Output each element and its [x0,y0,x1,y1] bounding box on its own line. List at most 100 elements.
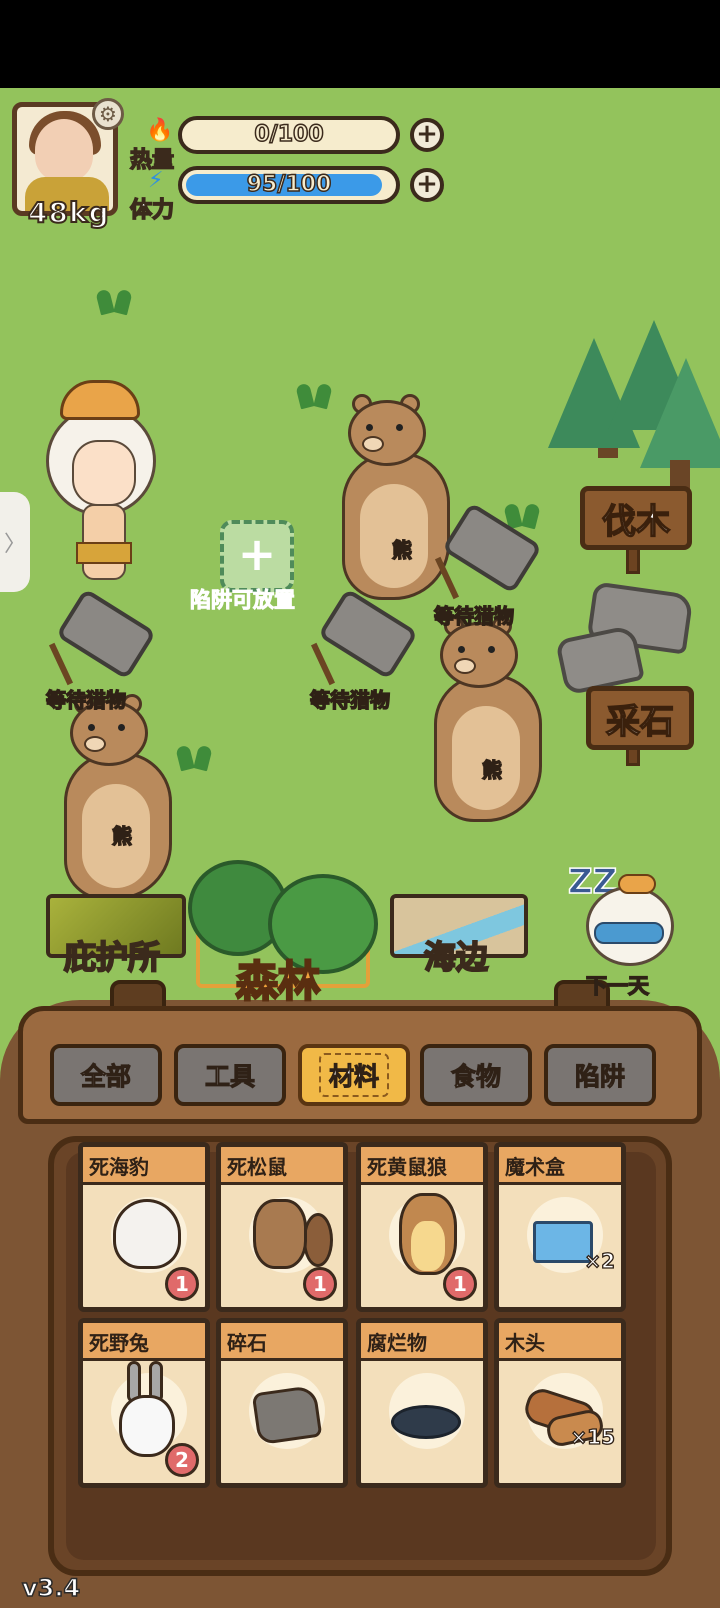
character-skirt [76,542,132,564]
add-stamina-button[interactable]: + [410,168,444,202]
inventory-tab-tools[interactable]: 工具 [174,1044,286,1106]
status-bar [0,0,720,88]
bear-eye [488,646,495,653]
weasel-belly [411,1221,445,1271]
bear-nose [84,736,106,752]
item-quantity: ×15 [570,1424,616,1449]
item-name: 死海豹 [89,1155,149,1179]
bear-eye [396,424,403,431]
bear-nose [454,658,476,674]
heat-bar: 0/100 [178,116,400,154]
heat-value: 0/100 [254,121,325,148]
bear-eye [118,724,125,731]
inventory-item[interactable]: 木头 ×15 [494,1318,626,1488]
item-name: 腐烂物 [367,1331,427,1355]
stamina-label: 体力 [129,197,175,224]
inventory-item[interactable]: 腐烂物 [356,1318,488,1488]
bear-nose [362,436,384,452]
sleep-mask [594,922,664,944]
tab-label: 工具 [204,1062,255,1092]
inventory-item[interactable]: 死黄鼠狼 1 [356,1142,488,1312]
grass-tuft [92,286,136,314]
location-label-shelter: 庇护所 [63,937,161,977]
seal-icon [113,1199,181,1269]
tab-label: 材料 [318,1053,389,1097]
next-day-label: 下一天 [585,973,649,998]
weight-readout: 48kg [27,195,110,230]
trap-status-label: 等待猎物 [309,687,390,712]
avatar-face [35,119,93,181]
item-name: 魔术盒 [505,1155,565,1179]
gear-icon[interactable]: ⚙ [92,98,124,130]
version-label: v3.4 [21,1573,81,1603]
chevron-right-icon: 〉 [3,532,26,557]
squirrel-tail [303,1213,333,1267]
trap-placement-slot[interactable]: + [220,520,294,592]
grass-tuft [292,380,336,408]
flame-icon: 🔥 [146,118,174,143]
pine-tree [640,358,720,468]
inventory-item[interactable]: 死海豹 1 [78,1142,210,1312]
stone-trap[interactable] [48,587,157,686]
inventory-tab-food[interactable]: 食物 [420,1044,532,1106]
trap-slot-label: 陷阱可放置 [190,588,296,613]
inventory-tab-materials[interactable]: 材料 [298,1044,410,1106]
plus-icon: + [416,119,438,149]
plus-icon: + [416,169,438,199]
location-label-seaside: 海边 [423,937,489,977]
stamina-value: 95/100 [246,171,332,198]
inventory-item[interactable]: 魔术盒 ×2 [494,1142,626,1312]
bear-eye [458,646,465,653]
bear-head [440,622,518,688]
side-drawer-handle[interactable]: 〉 [0,492,30,592]
inventory-item[interactable]: 死松鼠 1 [216,1142,348,1312]
lightning-icon: ⚡ [148,168,164,193]
bear-name-label: 熊 [481,757,502,782]
add-heat-button[interactable]: + [410,118,444,152]
bear-eye [366,424,373,431]
inventory-tab-traps[interactable]: 陷阱 [544,1044,656,1106]
stone-trap[interactable] [434,501,543,600]
bear-eye [88,724,95,731]
count-badge: 1 [443,1267,477,1301]
squirrel-icon [253,1199,307,1269]
trap-stick [434,556,460,600]
tab-label: 陷阱 [574,1062,625,1092]
bear[interactable] [60,694,180,900]
location-label-forest: 森林 [235,956,322,1008]
inventory-item[interactable]: 死野兔 2 [78,1318,210,1488]
item-name: 木头 [505,1331,545,1355]
bear-name-label: 熊 [111,823,132,848]
count-badge: 2 [165,1443,199,1477]
trap-status-label: 等待猎物 [433,603,514,628]
item-quantity: ×2 [584,1248,616,1273]
chop-wood-sign[interactable]: 伐木 [580,486,692,550]
inventory-tab-all[interactable]: 全部 [50,1044,162,1106]
trap-stick [310,642,336,686]
inventory-item[interactable]: 碎石 [216,1318,348,1488]
gravel-icon [251,1384,323,1446]
rabbit-icon [119,1395,175,1457]
player-character[interactable] [38,380,168,590]
count-badge: 1 [165,1267,199,1301]
tab-label: 食物 [450,1062,501,1092]
stamina-bar: 95/100 [178,166,400,204]
item-name: 死黄鼠狼 [367,1155,447,1179]
trap-stick [48,642,74,686]
item-name: 碎石 [227,1331,267,1355]
bear-name-label: 熊 [391,537,412,562]
mine-stone-sign[interactable]: 采石 [586,686,694,750]
trap-status-label: 等待猎物 [45,687,126,712]
rot-icon [391,1405,461,1439]
item-name: 死野兔 [89,1331,149,1355]
next-day-button[interactable]: ZZ [567,861,688,982]
character-bow [60,380,140,420]
bear[interactable] [430,616,550,822]
sleeping-character-bow [618,874,656,894]
tab-label: 全部 [80,1062,131,1092]
count-badge: 1 [303,1267,337,1301]
item-name: 死松鼠 [227,1155,287,1179]
bear-head [348,400,426,466]
stone-trap[interactable] [310,587,419,686]
character-face [72,440,136,506]
